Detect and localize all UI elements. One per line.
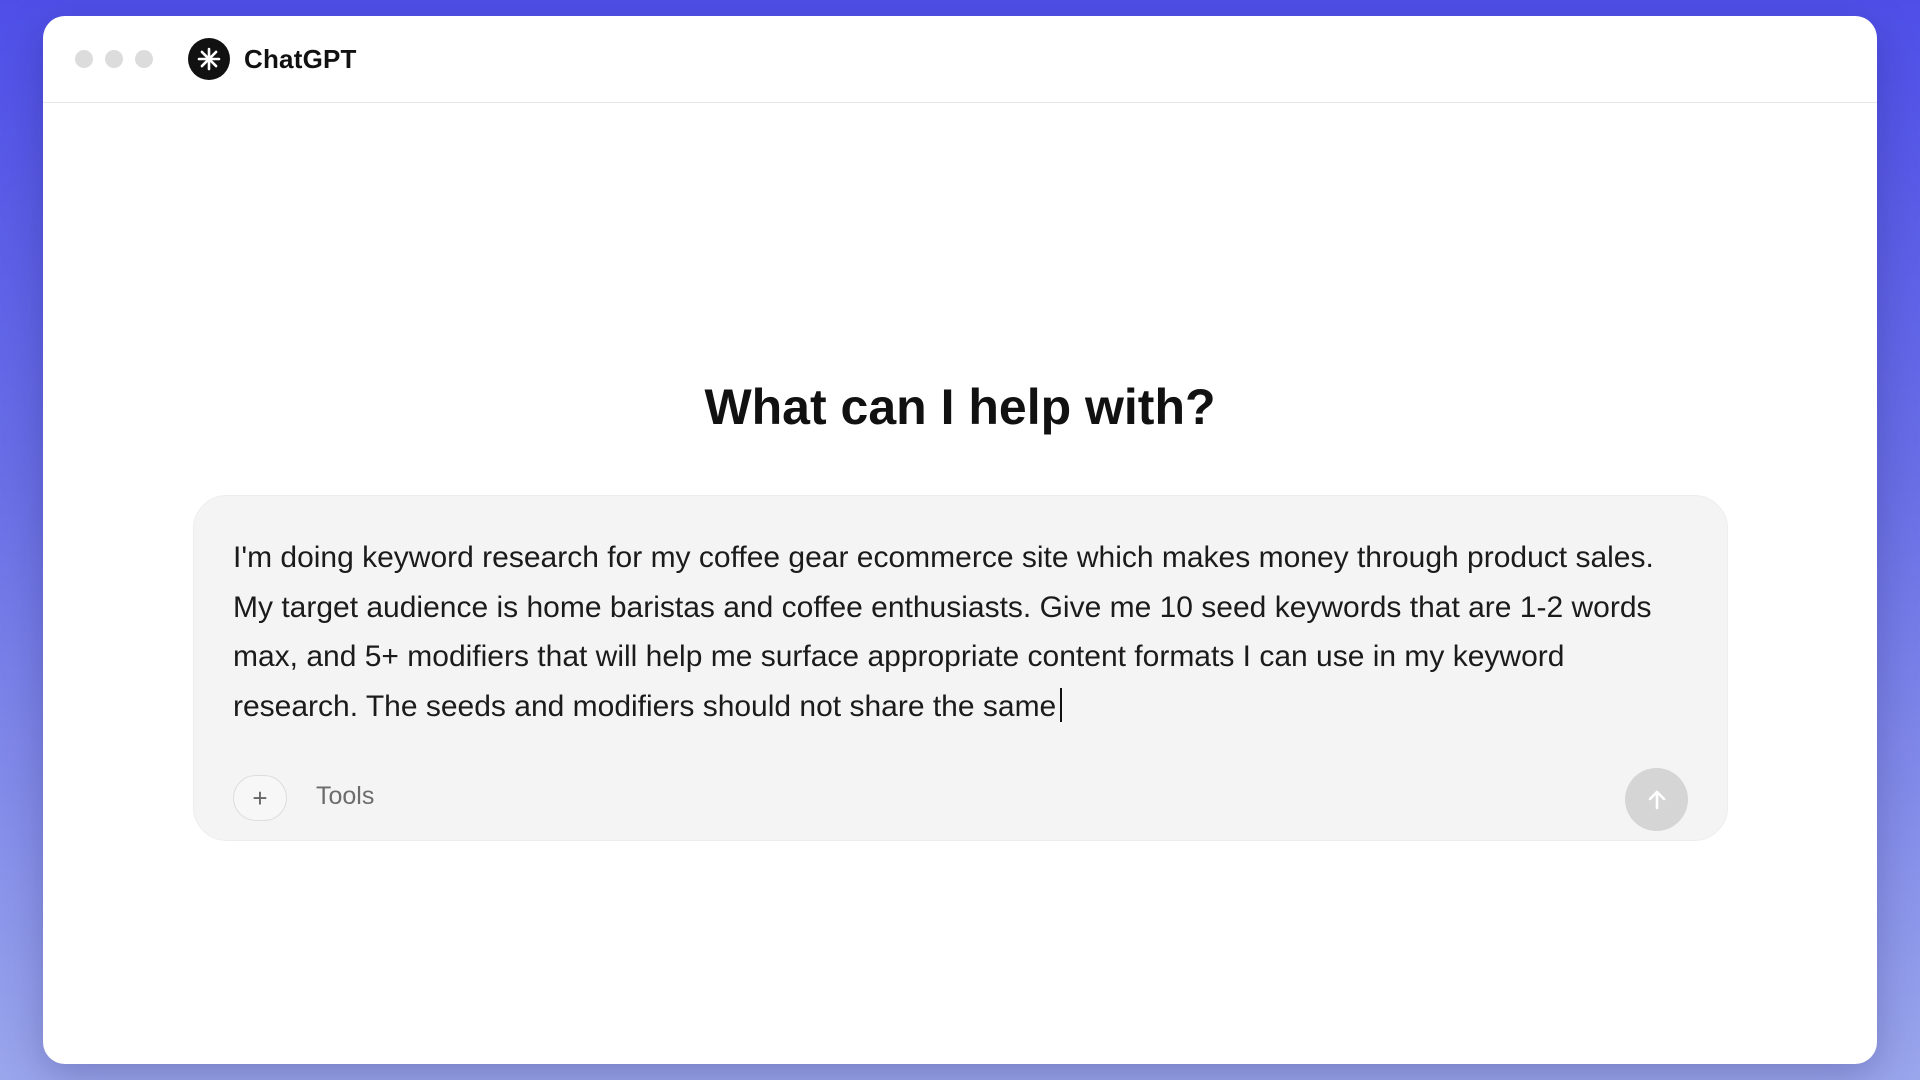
plus-icon: + [252,782,268,813]
close-window-button[interactable] [75,50,93,68]
message-composer[interactable]: I'm doing keyword research for my coffee… [193,495,1728,841]
title-bar: ChatGPT [43,16,1877,103]
chatgpt-logo-icon [188,38,230,80]
zoom-window-button[interactable] [135,50,153,68]
window-controls [75,50,153,68]
minimize-window-button[interactable] [105,50,123,68]
page-title: What can I help with? [704,379,1216,435]
prompt-input[interactable]: I'm doing keyword research for my coffee… [233,533,1693,731]
app-brand: ChatGPT [188,38,357,80]
add-attachment-button[interactable]: + [233,775,287,821]
tools-button[interactable]: Tools [316,782,374,811]
text-caret [1060,687,1063,722]
send-button[interactable] [1625,768,1688,831]
arrow-up-icon [1648,790,1665,809]
app-window: ChatGPT What can I help with? I'm doing … [43,16,1877,1064]
prompt-text: I'm doing keyword research for my coffee… [233,541,1654,723]
app-title: ChatGPT [244,43,357,74]
